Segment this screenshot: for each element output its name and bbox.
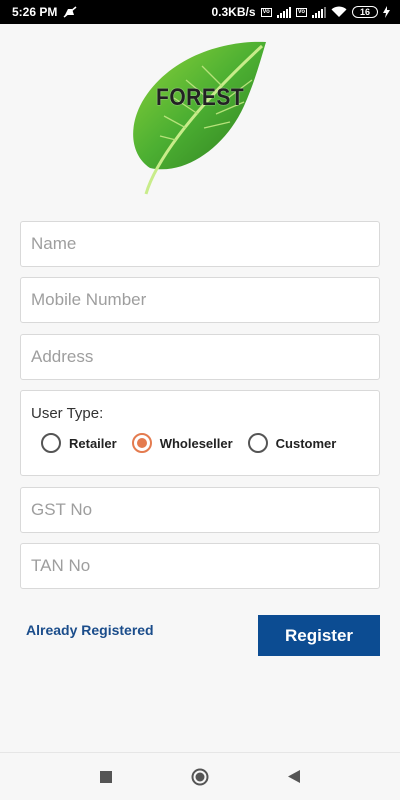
status-time: 5:26 PM [12, 5, 58, 19]
user-type-radio-row: Retailer Wholeseller Customer [41, 433, 351, 453]
signal-icon [312, 6, 326, 18]
home-circle-icon[interactable] [189, 766, 211, 788]
forest-logo: FOREST [126, 36, 274, 196]
volte-icon-2: Vo [295, 7, 307, 17]
radio-customer[interactable]: Customer [247, 433, 337, 453]
user-type-group: User Type: Retailer Wholeseller Customer [20, 390, 380, 476]
address-input[interactable] [31, 347, 369, 367]
mobile-number-input[interactable] [31, 290, 369, 310]
name-field-container [20, 221, 380, 267]
radio-circle-wholeseller[interactable] [131, 433, 152, 453]
address-field-container [20, 334, 380, 380]
network-speed: 0.3KB/s [211, 5, 256, 19]
volte-icon: Vo [260, 7, 272, 17]
register-button[interactable]: Register [258, 615, 380, 656]
gst-input[interactable] [31, 500, 369, 520]
radio-label-customer: Customer [275, 435, 337, 451]
radio-label-retailer: Retailer [69, 435, 117, 451]
recents-square-icon[interactable] [95, 766, 117, 788]
name-input[interactable] [31, 234, 369, 254]
signal-4g-icon [276, 6, 291, 18]
mute-icon [63, 6, 77, 18]
tan-input[interactable] [31, 556, 369, 576]
wifi-icon [331, 6, 347, 17]
user-type-label: User Type: [31, 405, 104, 422]
battery-icon: 16 [352, 6, 378, 18]
charging-icon [383, 6, 390, 18]
tan-field-container [20, 543, 380, 589]
leaf-icon [133, 41, 266, 195]
radio-label-wholeseller: Wholeseller [159, 435, 233, 451]
logo-text: FOREST [156, 84, 245, 111]
status-bar: 5:26 PM 0.3KB/s Vo Vo 16 [0, 0, 400, 24]
radio-wholeseller[interactable]: Wholeseller [131, 433, 233, 453]
navigation-bar [0, 752, 400, 800]
mobile-field-container [20, 277, 380, 323]
gst-field-container [20, 487, 380, 533]
radio-circle-customer[interactable] [247, 433, 268, 453]
already-registered-link[interactable]: Already Registered [26, 622, 154, 638]
radio-retailer[interactable]: Retailer [41, 433, 117, 453]
back-triangle-icon[interactable] [283, 766, 305, 788]
radio-circle-retailer[interactable] [41, 433, 61, 453]
